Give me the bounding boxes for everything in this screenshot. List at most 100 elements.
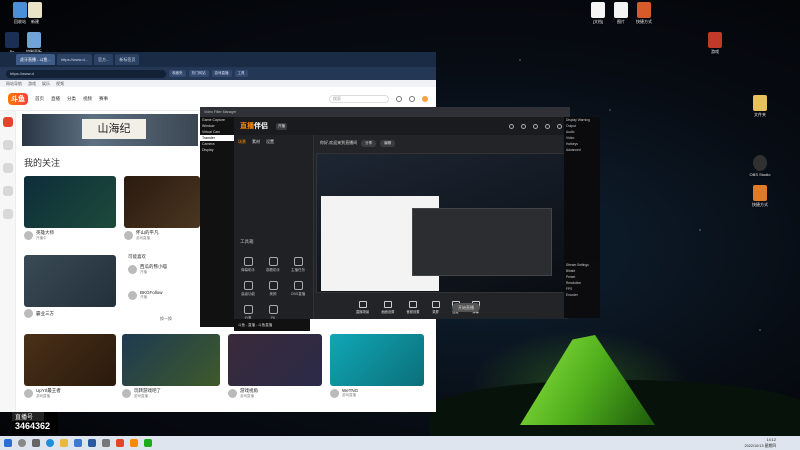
nav-link[interactable]: 视频 xyxy=(83,96,92,102)
tool-icon xyxy=(268,281,278,290)
start-live-button[interactable]: 开始直播 xyxy=(452,303,480,312)
browser-tab[interactable]: 虎牙直播 - 斗鱼... xyxy=(16,54,55,65)
chat-icon[interactable] xyxy=(144,439,152,447)
stream-card[interactable]: 游戏视角 游戏直播 xyxy=(228,334,322,399)
settings-icon[interactable] xyxy=(533,123,538,129)
room-info: 你好,欢迎来到直播间 分享 编辑 xyxy=(316,135,568,151)
tool-button[interactable]: 观看助手 xyxy=(262,257,284,273)
nav-link[interactable]: 赛事 xyxy=(99,96,108,102)
folder-icon[interactable] xyxy=(60,439,68,447)
desktop-icon[interactable]: OBS Studio xyxy=(742,155,778,177)
app-icon xyxy=(753,185,767,201)
stream-settings-window[interactable]: Stream Settings Bitrate Preset Resolutio… xyxy=(564,262,600,318)
filter-titlebar[interactable]: Video Filter Manager xyxy=(200,107,570,117)
sidebar-live-icon[interactable] xyxy=(2,140,13,150)
minimize-icon[interactable] xyxy=(545,123,550,129)
tool-button[interactable]: 主播任务 xyxy=(287,257,309,273)
store-icon[interactable] xyxy=(74,439,82,447)
app-icon[interactable] xyxy=(116,439,124,447)
avatar xyxy=(128,265,137,274)
recommend-item[interactable]: 西瓜的熊小喵 开播 xyxy=(128,264,167,275)
nav-link[interactable]: 分类 xyxy=(67,96,76,102)
stream-card[interactable]: 霸业三方 xyxy=(24,255,116,318)
sidebar-home-icon[interactable] xyxy=(2,117,13,127)
close-icon[interactable] xyxy=(557,123,562,129)
system-clock[interactable]: 14:12 2022/10/13 星期四 xyxy=(745,437,776,449)
user-avatar-icon[interactable] xyxy=(422,95,428,102)
stream-settings-row[interactable]: Encoder xyxy=(564,292,600,298)
avatar xyxy=(228,389,237,398)
favorite-link[interactable]: 游戏直播 xyxy=(211,70,232,77)
stream-card[interactable]: 怀山的平凡 游戏直播 xyxy=(124,176,200,241)
refresh-link[interactable]: 换一换 xyxy=(160,316,172,322)
search-input[interactable]: 搜索 xyxy=(329,94,389,103)
desktop-icon[interactable]: 控制面板 xyxy=(16,32,52,54)
start-icon[interactable] xyxy=(4,439,12,447)
bottom-tool[interactable]: 音频设置 xyxy=(406,300,420,314)
tool-button[interactable]: 弹幕助手 xyxy=(237,257,259,273)
avatar xyxy=(24,309,33,318)
stream-card[interactable]: 英雄大师 开播中 xyxy=(24,176,116,241)
browser-icon[interactable] xyxy=(46,439,54,447)
favorite-link[interactable]: 工具 xyxy=(234,70,248,77)
filter-row[interactable]: Display xyxy=(200,147,234,153)
settings-row[interactable]: Advanced xyxy=(564,147,600,153)
desktop-icon[interactable]: 新建 xyxy=(17,2,53,24)
nav-link[interactable]: 首页 xyxy=(35,96,44,102)
search-icon[interactable] xyxy=(18,439,26,447)
browser-tab[interactable]: 官方... xyxy=(94,54,114,65)
sidebar-video-icon[interactable] xyxy=(2,186,13,196)
site-logo[interactable]: 斗鱼 xyxy=(8,92,28,105)
address-bar[interactable]: https://www.d xyxy=(6,69,166,78)
bookmark-link[interactable]: 视频 xyxy=(56,81,64,87)
user-icon[interactable] xyxy=(509,123,514,129)
tool-button[interactable]: OBS直播 xyxy=(287,281,309,297)
settings-icon[interactable] xyxy=(102,439,110,447)
tab-settings[interactable]: 设置 xyxy=(266,139,274,145)
tool-button[interactable]: PK xyxy=(262,305,284,319)
recommend-item[interactable]: BKGFollow 开播 xyxy=(128,290,163,300)
game-banner[interactable]: 山海纪 xyxy=(22,114,198,146)
site-sidebar xyxy=(0,111,16,412)
browser-tab[interactable]: 新标签页 xyxy=(115,54,140,65)
share-button[interactable]: 分享 xyxy=(361,139,377,147)
desktop-icon[interactable]: 文件夹 xyxy=(742,95,778,117)
taskview-icon[interactable] xyxy=(32,439,40,447)
avatar xyxy=(122,389,131,398)
follow-icon[interactable] xyxy=(409,95,415,102)
nav-link[interactable]: 直播 xyxy=(51,96,60,102)
popup-window[interactable]: 斗鱼 - 直播 - 斗鱼直播 xyxy=(234,319,310,331)
bottom-tool[interactable]: 画面设置 xyxy=(381,300,394,314)
filter-window[interactable]: Game Capture Window Virtual Cam Transfer… xyxy=(200,117,234,327)
favorite-link[interactable]: 热门网站 xyxy=(188,70,209,77)
tool-button[interactable]: 分享 xyxy=(237,305,259,319)
tab-scene[interactable]: 场景 xyxy=(238,139,246,145)
sidebar-category-icon[interactable] xyxy=(2,163,13,173)
browser-tab[interactable]: https://www.d... xyxy=(56,54,93,65)
bookmark-link[interactable]: 娱乐 xyxy=(42,81,50,87)
mail-icon[interactable] xyxy=(88,439,96,447)
tool-button[interactable]: 美颜 xyxy=(262,281,284,297)
video-icon[interactable] xyxy=(130,439,138,447)
desktop-icon[interactable]: 快捷方式 xyxy=(626,2,662,24)
tool-icon xyxy=(243,305,253,314)
desktop-icon[interactable]: 快捷方式 xyxy=(742,185,778,207)
tab-material[interactable]: 素材 xyxy=(252,139,260,145)
edit-button[interactable]: 编辑 xyxy=(380,139,396,147)
bottom-tool[interactable]: 录屏 xyxy=(431,300,440,314)
streaming-app-window[interactable]: 直播伴侣 开播 场景 素材 设置 工具箱 弹幕助手 观看助手 主播任务 高级功能… xyxy=(234,117,568,319)
bookmark-link[interactable]: 网站导航 xyxy=(6,81,22,87)
stream-preview[interactable] xyxy=(316,153,566,293)
stream-thumbnail xyxy=(228,334,322,386)
bottom-tool[interactable]: 直播场景 xyxy=(356,300,369,314)
stream-card[interactable]: WeTNG 游戏直播 xyxy=(330,334,424,398)
desktop-icon[interactable]: 游戏 xyxy=(697,32,733,54)
tool-button[interactable]: 高级功能 xyxy=(237,281,259,297)
stream-card[interactable]: 玩转游戏吧了 游戏直播 xyxy=(122,334,220,399)
message-icon[interactable] xyxy=(521,123,526,129)
favorite-link[interactable]: 收藏夹 xyxy=(169,70,186,77)
stream-card[interactable]: UpYrl最王者 游戏直播 xyxy=(24,334,116,399)
history-icon[interactable] xyxy=(396,95,402,102)
sidebar-follow-icon[interactable] xyxy=(2,209,13,219)
bookmark-link[interactable]: 游戏 xyxy=(28,81,36,87)
